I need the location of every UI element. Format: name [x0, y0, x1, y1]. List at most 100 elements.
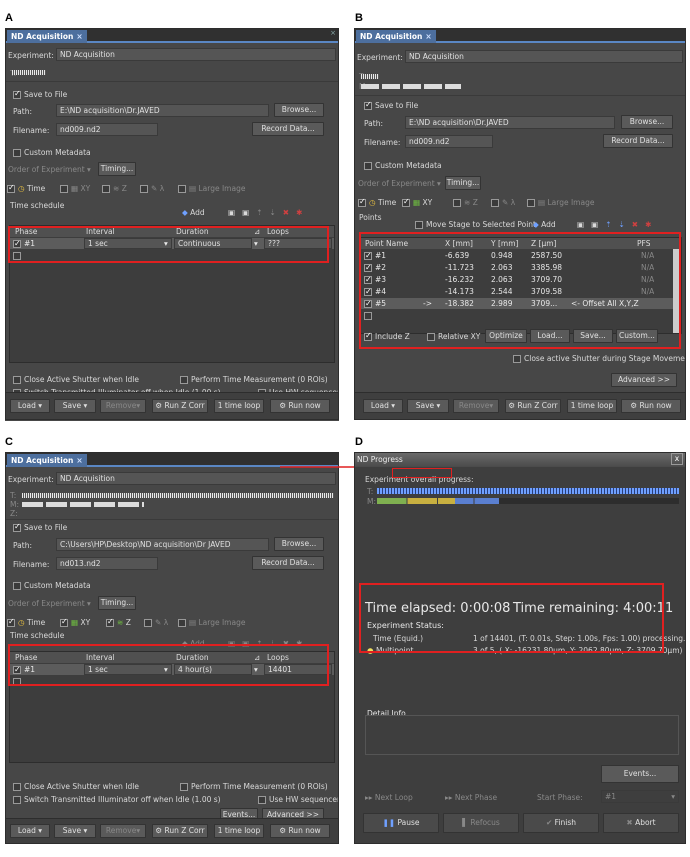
refocus-button[interactable]: ▌ Refocus [443, 813, 519, 833]
close-icon[interactable]: × [330, 29, 336, 37]
save-button[interactable]: Save ▾ [54, 399, 96, 413]
run-now-button[interactable]: ⚙ Run now [270, 824, 330, 838]
add-button[interactable]: ◆ Add [533, 220, 556, 229]
tab-nd-acquisition[interactable]: ND Acquisition × [7, 30, 87, 43]
experiment-field[interactable]: ND Acquisition [405, 50, 683, 63]
tab-xy[interactable]: ▦ XY [60, 617, 90, 627]
remove-button[interactable]: Remove▾ [100, 399, 146, 413]
timing-button[interactable]: Timing... [98, 162, 136, 176]
abort-button[interactable]: ✖ Abort [603, 813, 679, 833]
events-button[interactable]: Events... [601, 765, 679, 783]
clear-icon[interactable]: ✱ [645, 220, 658, 229]
order-of-experiment-dropdown[interactable]: Order of Experiment ▾ [8, 165, 91, 174]
tab-z[interactable]: ≋ Z [102, 184, 127, 193]
path-field[interactable]: E:\ND acquisition\Dr.JAVED [405, 116, 615, 129]
load-button[interactable]: Load ▾ [363, 399, 403, 413]
tab-lambda[interactable]: ✎ λ [140, 184, 164, 193]
one-time-loop-button[interactable]: 1 time loop [214, 399, 264, 413]
next-loop-button[interactable]: ▸▸ Next Loop [365, 793, 413, 802]
custom-metadata-checkbox[interactable]: Custom Metadata [364, 161, 442, 170]
tab-time[interactable]: ◷ Time [7, 183, 45, 193]
panel-label-b: B [355, 12, 363, 24]
experiment-field[interactable]: ND Acquisition [56, 472, 336, 485]
load-button[interactable]: Load ▾ [10, 824, 50, 838]
start-phase-select[interactable]: #1 ▾ [601, 790, 679, 803]
run-z-corr-button[interactable]: ⚙ Run Z Corr [152, 824, 208, 838]
tab-time[interactable]: ◷ Time [358, 197, 396, 207]
path-field[interactable]: C:\Users\HP\Desktop\ND acquisition\Dr JA… [56, 538, 269, 551]
close-shutter-checkbox[interactable]: Close Active Shutter when Idle [13, 782, 139, 791]
tab-z[interactable]: ≋ Z [106, 617, 131, 627]
tab-nd-acquisition[interactable]: ND Acquisition × [356, 30, 436, 43]
save-button[interactable]: Save ▾ [54, 824, 96, 838]
tab-xy[interactable]: ▦ XY [402, 197, 432, 207]
switch-illuminator-checkbox[interactable]: Switch Transmitted Illuminator off when … [13, 795, 221, 804]
move-down-icon[interactable]: ⇣ [618, 220, 631, 229]
clear-icon[interactable]: ✱ [296, 208, 309, 217]
tab-nd-acquisition[interactable]: ND Acquisition × [7, 454, 87, 467]
tab-xy[interactable]: ▦ XY [60, 184, 90, 193]
delete-icon[interactable]: ✖ [283, 208, 296, 217]
experiment-field[interactable]: ND Acquisition [56, 48, 336, 61]
perform-time-checkbox[interactable]: Perform Time Measurement (0 ROIs) [180, 782, 328, 791]
move-stage-checkbox[interactable]: Move Stage to Selected Point [415, 220, 536, 229]
save-to-file-checkbox[interactable]: Save to File [13, 522, 67, 532]
filename-field[interactable]: nd009.nd2 [405, 135, 493, 148]
record-data-button[interactable]: Record Data... [603, 134, 673, 148]
tab-close-icon[interactable]: × [425, 32, 431, 41]
advanced-button[interactable]: Advanced >> [611, 373, 677, 387]
add-button[interactable]: ◆ Add [182, 208, 205, 217]
tab-large-image[interactable]: ▤ Large Image [178, 184, 245, 193]
record-data-button[interactable]: Record Data... [252, 556, 324, 570]
move-down-icon[interactable]: ⇣ [269, 208, 282, 217]
custom-metadata-checkbox[interactable]: Custom Metadata [13, 581, 91, 590]
timing-button[interactable]: Timing... [98, 596, 136, 610]
tab-close-icon[interactable]: × [76, 456, 82, 465]
tab-close-icon[interactable]: × [76, 32, 82, 41]
tab-z[interactable]: ≋ Z [453, 198, 478, 207]
timing-button[interactable]: Timing... [445, 176, 481, 190]
browse-button[interactable]: Browse... [621, 115, 673, 129]
custom-metadata-checkbox[interactable]: Custom Metadata [13, 148, 91, 157]
remove-button[interactable]: Remove▾ [100, 824, 146, 838]
browse-button[interactable]: Browse... [274, 537, 324, 551]
tab-large-image[interactable]: ▤ Large Image [527, 198, 594, 207]
one-time-loop-button[interactable]: 1 time loop [567, 399, 617, 413]
tab-lambda[interactable]: ✎ λ [491, 198, 515, 207]
record-data-button[interactable]: Record Data... [252, 122, 324, 136]
run-z-corr-button[interactable]: ⚙ Run Z Corr [505, 399, 561, 413]
finish-button[interactable]: ✔ Finish [523, 813, 599, 833]
run-z-corr-button[interactable]: ⚙ Run Z Corr [152, 399, 208, 413]
load-button[interactable]: Load ▾ [10, 399, 50, 413]
path-field[interactable]: E:\ND acquisition\Dr.JAVED [56, 104, 269, 117]
filename-field[interactable]: nd013.nd2 [56, 557, 158, 570]
save-to-file-checkbox[interactable]: Save to File [13, 89, 67, 99]
copy-icon[interactable]: ▣ [577, 220, 591, 229]
move-up-icon[interactable]: ⇡ [256, 208, 269, 217]
use-hw-checkbox[interactable]: Use HW sequencer [258, 795, 338, 804]
save-button[interactable]: Save ▾ [407, 399, 449, 413]
remove-button[interactable]: Remove▾ [453, 399, 499, 413]
order-of-experiment-dropdown[interactable]: Order of Experiment ▾ [358, 179, 441, 188]
browse-button[interactable]: Browse... [274, 103, 324, 117]
run-now-button[interactable]: ⚙ Run now [270, 399, 330, 413]
perform-time-checkbox[interactable]: Perform Time Measurement (0 ROIs) [180, 375, 328, 384]
paste-icon[interactable]: ▣ [591, 220, 605, 229]
close-icon[interactable]: x [671, 453, 683, 465]
tab-large-image[interactable]: ▤ Large Image [178, 618, 245, 627]
filename-field[interactable]: nd009.nd2 [56, 123, 158, 136]
move-up-icon[interactable]: ⇡ [605, 220, 618, 229]
order-of-experiment-dropdown[interactable]: Order of Experiment ▾ [8, 599, 91, 608]
pause-button[interactable]: ❚❚ Pause [363, 813, 439, 833]
one-time-loop-button[interactable]: 1 time loop [214, 824, 264, 838]
next-phase-button[interactable]: ▸▸ Next Phase [445, 793, 497, 802]
tab-lambda[interactable]: ✎ λ [144, 618, 168, 627]
delete-icon[interactable]: ✖ [632, 220, 645, 229]
tab-time[interactable]: ◷ Time [7, 617, 45, 627]
close-shutter-checkbox[interactable]: Close Active Shutter when Idle [13, 375, 139, 384]
save-to-file-checkbox[interactable]: Save to File [364, 100, 418, 110]
run-now-button[interactable]: ⚙ Run now [621, 399, 681, 413]
close-during-move-checkbox[interactable]: Close active Shutter during Stage Moveme… [513, 354, 685, 363]
copy-icon[interactable]: ▣ [228, 208, 242, 217]
paste-icon[interactable]: ▣ [242, 208, 256, 217]
